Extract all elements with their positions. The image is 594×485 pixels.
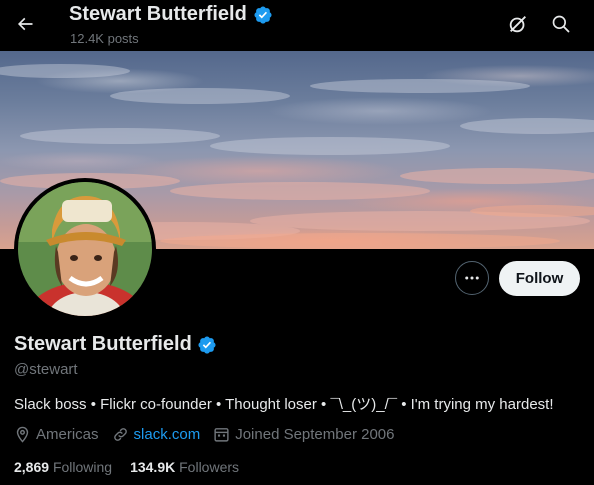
search-button[interactable]	[546, 9, 576, 39]
profile-stats: 2,869 Following 134.9K Followers	[14, 459, 257, 475]
joined-item: Joined September 2006	[213, 426, 394, 443]
profile-meta: Americas slack.com Joined September 2006	[14, 426, 407, 443]
grok-icon	[509, 16, 526, 33]
back-arrow-icon	[17, 17, 33, 31]
avatar[interactable]	[18, 182, 152, 316]
header-name: Stewart Butterfield	[69, 3, 247, 25]
search-icon	[552, 15, 570, 33]
back-button[interactable]	[10, 9, 40, 39]
profile-bio: Slack boss • Flickr co-founder • Thought…	[14, 396, 554, 413]
grok-button[interactable]	[503, 9, 533, 39]
followers-link[interactable]: 134.9K Followers	[130, 459, 239, 475]
joined-text: Joined September 2006	[235, 426, 395, 443]
following-count: 2,869	[14, 459, 50, 475]
website-link[interactable]: slack.com	[134, 426, 201, 443]
more-options-button[interactable]	[455, 261, 489, 295]
followers-count: 134.9K	[130, 459, 176, 475]
profile-name: Stewart Butterfield	[14, 333, 192, 355]
link-icon	[113, 428, 127, 441]
verified-badge-icon[interactable]	[197, 335, 217, 355]
following-link[interactable]: 2,869 Following	[14, 459, 112, 475]
website-item: slack.com	[112, 426, 201, 443]
avatar-ring	[14, 178, 156, 320]
posts-count: 12.4K posts	[70, 31, 139, 46]
followers-label: Followers	[179, 459, 240, 475]
follow-button[interactable]: Follow	[499, 261, 580, 296]
more-dots-icon	[465, 276, 479, 280]
location-item: Americas	[14, 426, 99, 443]
verified-badge-icon	[254, 5, 272, 24]
top-bar: Stewart Butterfield 12.4K posts	[0, 0, 594, 51]
avatar-image	[18, 182, 152, 316]
profile-name-row: Stewart Butterfield	[14, 333, 217, 356]
location-text: Americas	[36, 426, 99, 443]
calendar-icon	[214, 428, 229, 442]
following-label: Following	[52, 459, 113, 475]
location-pin-icon	[16, 426, 29, 443]
profile-handle: @stewart	[14, 361, 78, 378]
header-title: Stewart Butterfield	[69, 3, 273, 26]
